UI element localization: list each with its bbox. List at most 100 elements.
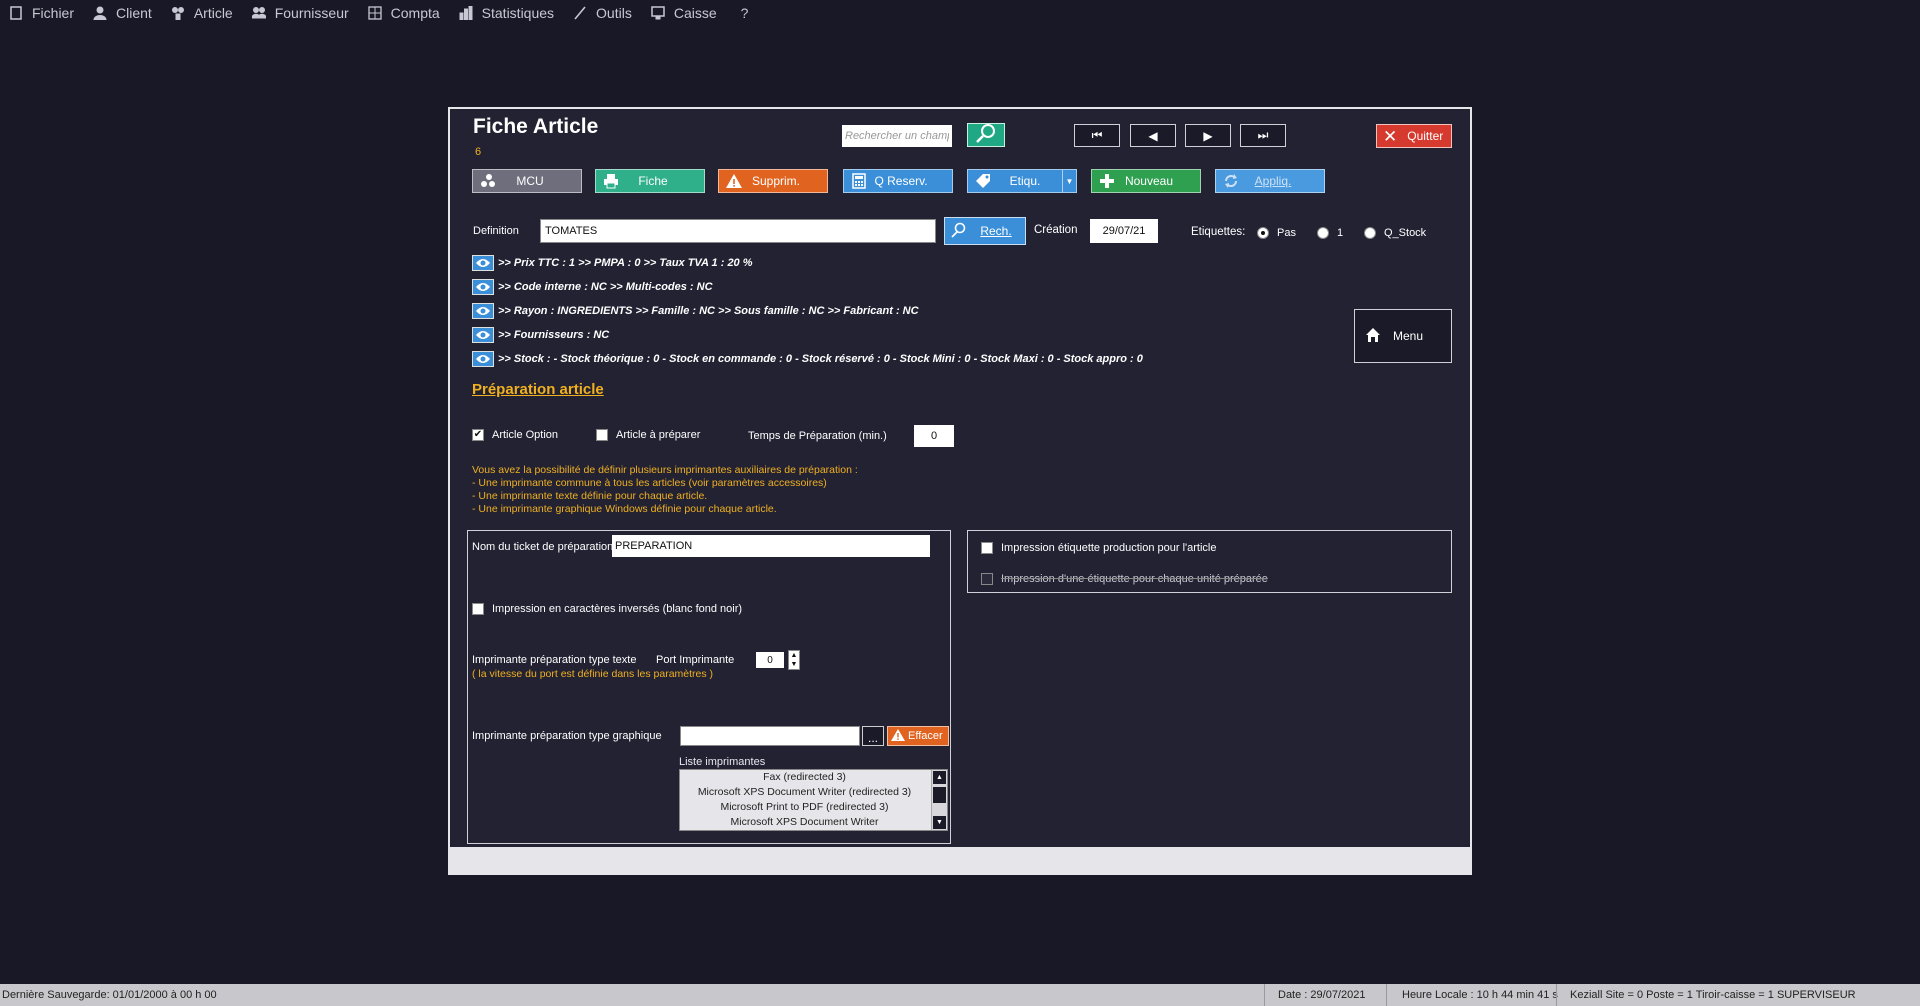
record-number: 6 <box>475 146 482 158</box>
menu-article[interactable]: Article <box>162 0 243 26</box>
info-line-stock: >> Stock : - Stock théorique : 0 - Stock… <box>472 351 1143 367</box>
menu-fichier[interactable]: Fichier <box>0 0 84 26</box>
radio-q-stock[interactable]: Q_Stock <box>1364 227 1426 239</box>
etiqu-dropdown-button[interactable]: Etiqu. ▼ <box>967 169 1077 193</box>
last-save-status: Dernière Sauvegarde: 01/01/2000 à 00 h 0… <box>2 989 217 1001</box>
menu-caisse[interactable]: Caisse <box>642 0 727 26</box>
users-icon <box>251 5 267 21</box>
radio-1[interactable]: 1 <box>1317 227 1343 239</box>
eye-icon[interactable] <box>472 351 494 367</box>
skip-first-icon: ⏮ <box>1091 128 1103 142</box>
list-item[interactable]: Microsoft XPS Document Writer (redirecte… <box>680 785 947 800</box>
eye-icon[interactable] <box>472 279 494 295</box>
q-reserv-button[interactable]: Q Reserv. <box>843 169 953 193</box>
warning-icon <box>890 728 906 745</box>
printer-gfx-input[interactable] <box>680 726 860 746</box>
menu-fournisseur[interactable]: Fournisseur <box>243 0 359 26</box>
close-icon: ✕ <box>1383 126 1398 146</box>
list-item[interactable]: Microsoft Print to PDF (redirected 3) <box>680 800 947 815</box>
menu-label: Compta <box>390 5 440 21</box>
info-line-rayon: >> Rayon : INGREDIENTS >> Famille : NC >… <box>472 303 919 319</box>
port-spinner[interactable]: ▲ ▼ <box>788 650 800 670</box>
first-record-button[interactable]: ⏮ <box>1074 124 1120 147</box>
bar-chart-icon <box>458 5 474 21</box>
menu-label: Fichier <box>32 5 75 21</box>
previous-record-button[interactable]: ◀ <box>1130 124 1176 147</box>
new-button[interactable]: Nouveau <box>1091 169 1201 193</box>
eye-icon[interactable] <box>472 327 494 343</box>
info-line-codes: >> Code interne : NC >> Multi-codes : NC <box>472 279 713 295</box>
temps-preparation-label: Temps de Préparation (min.) <box>748 430 887 442</box>
menu-label: ? <box>740 5 749 21</box>
menu-compta[interactable]: Compta <box>359 0 450 26</box>
refresh-icon <box>1222 172 1240 190</box>
article-a-preparer-checkbox[interactable]: Article à préparer <box>596 429 700 441</box>
chevron-up-icon[interactable]: ▲ <box>933 771 946 784</box>
search-input[interactable] <box>842 125 952 147</box>
printer-list[interactable]: Fax (redirected 3) Microsoft XPS Documen… <box>679 769 948 831</box>
menu-client[interactable]: Client <box>84 0 162 26</box>
browse-button[interactable]: ... <box>862 726 884 746</box>
label-production-checkbox[interactable]: Impression étiquette production pour l'a… <box>981 542 1217 554</box>
scrollbar-thumb[interactable] <box>933 787 946 803</box>
scrollbar[interactable]: ▲ ▼ <box>931 770 947 830</box>
chevron-down-icon[interactable]: ▼ <box>933 816 946 829</box>
creation-date-field[interactable]: 29/07/21 <box>1090 219 1158 243</box>
menu-statistiques[interactable]: Statistiques <box>450 0 564 26</box>
chevron-down-icon[interactable]: ▼ <box>791 660 798 669</box>
calculator-icon <box>367 5 383 21</box>
ticket-name-input[interactable]: PREPARATION <box>612 535 930 557</box>
article-option-checkbox[interactable]: ✔ Article Option <box>472 429 558 441</box>
quit-button[interactable]: ✕ Quitter <box>1376 124 1452 148</box>
label-each-unit-checkbox[interactable]: Impression d'une étiquette pour chaque u… <box>981 573 1268 585</box>
last-record-button[interactable]: ⏭ <box>1240 124 1286 147</box>
next-icon: ▶ <box>1203 128 1213 143</box>
ticket-name-label: Nom du ticket de préparation <box>472 541 614 553</box>
previous-icon: ◀ <box>1148 128 1158 143</box>
definition-label: Definition <box>473 225 519 237</box>
radio-pas[interactable]: Pas <box>1257 227 1296 239</box>
chevron-up-icon[interactable]: ▲ <box>791 651 798 660</box>
apply-button[interactable]: Appliq. <box>1215 169 1325 193</box>
warning-icon <box>725 172 743 190</box>
checkmark-icon: ✔ <box>472 429 484 441</box>
port-label: Port Imprimante <box>656 654 735 666</box>
time-status: Heure Locale : 10 h 44 min 41 s <box>1402 989 1558 1001</box>
status-separator <box>1386 984 1387 1006</box>
inverse-chars-checkbox[interactable]: Impression en caractères inversés (blanc… <box>472 603 742 615</box>
preparation-notes: Vous avez la possibilité de définir plus… <box>472 464 858 515</box>
eye-icon[interactable] <box>472 255 494 271</box>
checkbox-indicator <box>596 429 608 441</box>
list-item[interactable]: Fax (redirected 3) <box>680 770 947 785</box>
info-line-fournisseurs: >> Fournisseurs : NC <box>472 327 609 343</box>
effacer-button[interactable]: Effacer <box>887 726 949 746</box>
dots-cluster-icon <box>479 172 497 190</box>
menu-label: Article <box>193 5 233 21</box>
dialog-footer <box>450 847 1470 873</box>
chevron-down-icon[interactable]: ▼ <box>1062 170 1076 192</box>
menu-button[interactable]: Menu <box>1354 309 1452 363</box>
menu-label: Caisse <box>673 5 717 21</box>
creation-label: Création <box>1034 224 1078 236</box>
next-record-button[interactable]: ▶ <box>1185 124 1231 147</box>
article-dialog: Fiche Article 6 ⏮ ◀ ▶ ⏭ ✕ Quitter MCU Fi… <box>448 107 1472 875</box>
rech-button[interactable]: Rech. <box>944 217 1026 245</box>
info-line-price: >> Prix TTC : 1 >> PMPA : 0 >> Taux TVA … <box>472 255 753 271</box>
definition-input[interactable]: TOMATES <box>540 219 936 243</box>
radio-indicator <box>1317 227 1329 239</box>
printer-icon <box>602 172 620 190</box>
eye-icon[interactable] <box>472 303 494 319</box>
menu-outils[interactable]: Outils <box>564 0 642 26</box>
menu-label: Client <box>116 5 152 21</box>
search-button[interactable] <box>967 123 1005 147</box>
search-icon <box>951 222 967 241</box>
temps-preparation-input[interactable]: 0 <box>914 425 954 447</box>
top-menu-bar: Fichier Client Article Fournisseur Compt… <box>0 0 1920 26</box>
port-input[interactable]: 0 <box>756 652 784 668</box>
menu-help[interactable]: ? <box>727 0 759 26</box>
menu-label: Outils <box>596 5 632 21</box>
list-item[interactable]: Microsoft XPS Document Writer <box>680 815 947 830</box>
delete-button[interactable]: Supprim. <box>718 169 828 193</box>
fiche-button[interactable]: Fiche <box>595 169 705 193</box>
mcu-button[interactable]: MCU <box>472 169 582 193</box>
